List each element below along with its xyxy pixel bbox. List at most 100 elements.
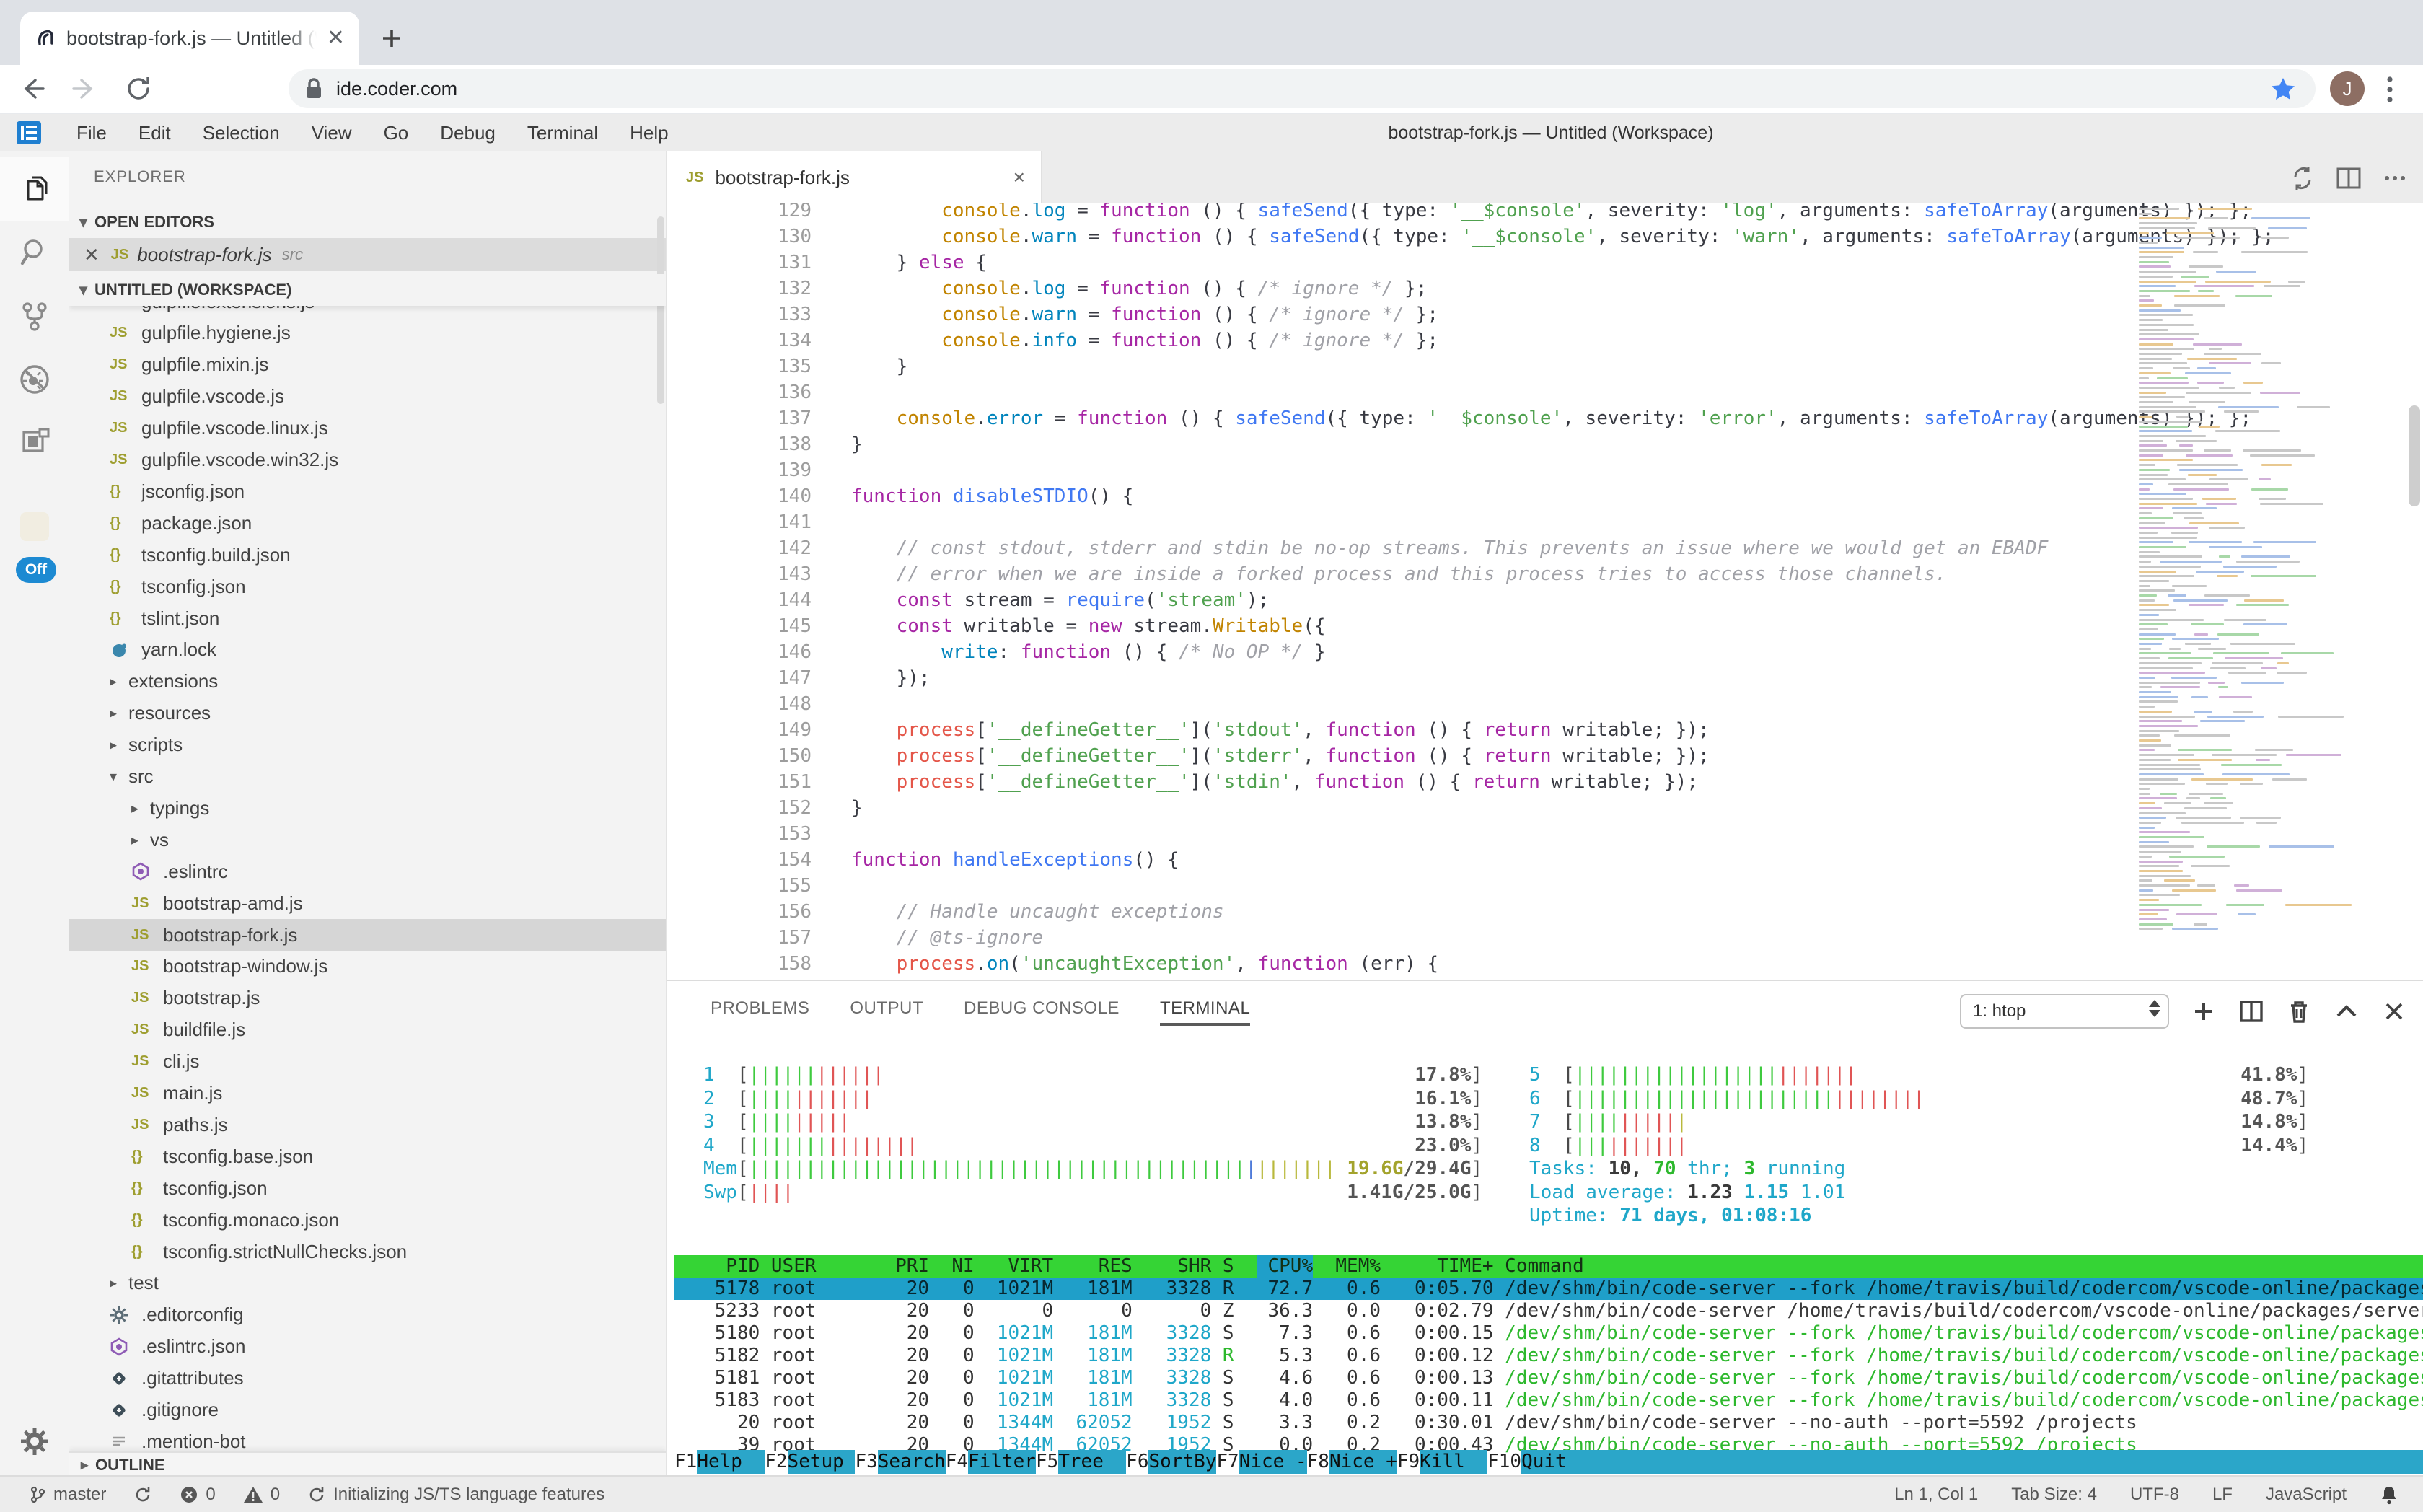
section-outline[interactable]: ▸ OUTLINE — [69, 1451, 666, 1475]
htop-table-header[interactable]: PIDUSERPRINIVIRTRESSHRSCPU%MEM%TIME+Comm… — [674, 1255, 2423, 1278]
menu-selection[interactable]: Selection — [187, 122, 296, 144]
activity-extensions[interactable] — [0, 411, 69, 475]
process-row-5178[interactable]: 5178root2001021M181M3328R72.70.60:05.70/… — [674, 1278, 2423, 1300]
tree-item-test[interactable]: ▸test — [69, 1267, 666, 1299]
tree-item-gulpfile.extensions.js[interactable]: JSgulpfile.extensions.js — [69, 306, 666, 317]
tree-item-vs[interactable]: ▸vs — [69, 824, 666, 856]
tree-item-tsconfig.base.json[interactable]: {}tsconfig.base.json — [69, 1140, 666, 1172]
status-0[interactable]: 0 — [243, 1485, 280, 1505]
section-open-editors[interactable]: ▾ OPEN EDITORS — [69, 206, 666, 238]
status-0[interactable]: 0 — [180, 1485, 215, 1505]
status-tab-size-4[interactable]: Tab Size: 4 — [2011, 1485, 2097, 1505]
menu-debug[interactable]: Debug — [424, 122, 511, 144]
status-master[interactable]: master — [29, 1485, 106, 1505]
tree-item-bootstrap.js[interactable]: JSbootstrap.js — [69, 983, 666, 1014]
tree-item-yarn.lock[interactable]: yarn.lock — [69, 634, 666, 666]
tree-item-tsconfig.json[interactable]: {}tsconfig.json — [69, 571, 666, 602]
tree-item-jsconfig.json[interactable]: {}jsconfig.json — [69, 475, 666, 507]
lock-icon[interactable] — [304, 77, 323, 100]
app-logo-icon[interactable] — [16, 120, 42, 145]
tree-item-main.js[interactable]: JSmain.js — [69, 1078, 666, 1109]
editor-tab-active[interactable]: JS bootstrap-fork.js × — [667, 151, 1042, 203]
tree-item-paths.js[interactable]: JSpaths.js — [69, 1109, 666, 1140]
htop-fnkey-bar[interactable]: F1Help F2Setup F3SearchF4FilterF5Tree F6… — [674, 1450, 2423, 1474]
tree-item-bootstrap-window.js[interactable]: JSbootstrap-window.js — [69, 951, 666, 983]
url-text[interactable]: ide.coder.com — [336, 78, 457, 100]
minimap[interactable] — [2139, 208, 2319, 936]
editor-tab-close-icon[interactable]: × — [1013, 166, 1025, 189]
activity-explorer[interactable] — [0, 157, 69, 221]
reload-button[interactable] — [117, 67, 160, 110]
tree-item-tslint.json[interactable]: {}tslint.json — [69, 602, 666, 634]
menu-go[interactable]: Go — [368, 122, 425, 144]
tree-item-.eslintrc[interactable]: .eslintrc — [69, 856, 666, 887]
tree-item-gulpfile.vscode.js[interactable]: JSgulpfile.vscode.js — [69, 381, 666, 413]
tree-item-tsconfig.build.json[interactable]: {}tsconfig.build.json — [69, 539, 666, 571]
avatar[interactable]: J — [2330, 71, 2365, 106]
close-icon[interactable]: ✕ — [84, 244, 100, 266]
tree-item-scripts[interactable]: ▸scripts — [69, 729, 666, 761]
status-initializing-js-ts-language-[interactable]: Initializing JS/TS language features — [307, 1485, 604, 1505]
process-row-5183[interactable]: 5183root2001021M181M3328S4.00.60:00.11/d… — [674, 1389, 2423, 1412]
back-button[interactable] — [10, 67, 53, 110]
menu-terminal[interactable]: Terminal — [511, 122, 614, 144]
tree-item-tsconfig.json[interactable]: {}tsconfig.json — [69, 1172, 666, 1204]
process-row-5182[interactable]: 5182root2001021M181M3328R5.30.60:00.12/d… — [674, 1345, 2423, 1367]
process-row-5180[interactable]: 5180root2001021M181M3328S7.30.60:00.15/d… — [674, 1322, 2423, 1345]
tree-item-resources[interactable]: ▸resources — [69, 698, 666, 729]
status-ln-1-col-1[interactable]: Ln 1, Col 1 — [1894, 1485, 1978, 1505]
terminal[interactable]: 1 [|||||||||||| 17.8%]5 [|||||||||||||||… — [667, 981, 2423, 1475]
process-row-5233[interactable]: 5233root200000Z36.30.00:02.79/dev/shm/bi… — [674, 1300, 2423, 1322]
status-utf-8[interactable]: UTF-8 — [2130, 1485, 2179, 1505]
tree-item-buildfile.js[interactable]: JSbuildfile.js — [69, 1014, 666, 1046]
menu-help[interactable]: Help — [614, 122, 684, 144]
tree-item-cli.js[interactable]: JScli.js — [69, 1046, 666, 1078]
process-row-20[interactable]: 20root2001344M620521952S3.30.20:30.01/de… — [674, 1412, 2423, 1434]
menu-view[interactable]: View — [296, 122, 368, 144]
tree-item-src[interactable]: ▾src — [69, 761, 666, 793]
split-editor-icon[interactable] — [2335, 164, 2362, 192]
status-lf[interactable]: LF — [2212, 1485, 2233, 1505]
tree-item-tsconfig.monaco.json[interactable]: {}tsconfig.monaco.json — [69, 1204, 666, 1236]
bookmark-star-icon[interactable] — [2269, 76, 2297, 103]
activity-source-control[interactable] — [0, 284, 69, 348]
menu-file[interactable]: File — [61, 122, 123, 144]
new-tab-button[interactable] — [375, 22, 408, 55]
sidebar-scrollbar[interactable] — [657, 216, 664, 404]
process-row-5181[interactable]: 5181root2001021M181M3328S4.60.60:00.13/d… — [674, 1367, 2423, 1389]
tree-item-.gitattributes[interactable]: .gitattributes — [69, 1363, 666, 1394]
tree-item-extensions[interactable]: ▸extensions — [69, 666, 666, 698]
section-workspace[interactable]: ▾ UNTITLED (WORKSPACE) — [69, 274, 666, 306]
off-badge[interactable]: Off — [16, 557, 56, 583]
status-javascript[interactable]: JavaScript — [2266, 1485, 2347, 1505]
code-line-158[interactable]: 158 process.on('uncaughtException', func… — [667, 951, 2423, 977]
tree-item-gulpfile.mixin.js[interactable]: JSgulpfile.mixin.js — [69, 349, 666, 381]
code-editor[interactable]: 129 console.log = function () { safeSend… — [667, 203, 2423, 980]
tree-item-.editorconfig[interactable]: .editorconfig — [69, 1299, 666, 1331]
address-bar[interactable]: ide.coder.com — [289, 69, 2316, 108]
menu-edit[interactable]: Edit — [123, 122, 187, 144]
tree-item-typings[interactable]: ▸typings — [69, 792, 666, 824]
tree-item-bootstrap-fork.js[interactable]: JSbootstrap-fork.js — [69, 919, 666, 951]
activity-debug-disabled[interactable] — [0, 348, 69, 411]
browser-tab[interactable]: bootstrap-fork.js — Untitled (W ✕ — [20, 12, 359, 65]
tree-item-gulpfile.vscode.win32.js[interactable]: JSgulpfile.vscode.win32.js — [69, 444, 666, 476]
tree-item-gulpfile.hygiene.js[interactable]: JSgulpfile.hygiene.js — [69, 317, 666, 349]
settings-gear-icon[interactable] — [0, 1410, 69, 1473]
status-bell[interactable] — [2380, 1485, 2398, 1505]
activity-extra-icon[interactable] — [20, 512, 49, 541]
tree-item-.eslintrc.json[interactable]: .eslintrc.json — [69, 1331, 666, 1363]
editor-scrollbar[interactable] — [2409, 405, 2420, 506]
tree-item-tsconfig.strictNullChecks.json[interactable]: {}tsconfig.strictNullChecks.json — [69, 1236, 666, 1267]
status-sync[interactable] — [133, 1485, 152, 1504]
tab-close-icon[interactable]: ✕ — [327, 27, 345, 49]
open-editor-item[interactable]: ✕ JS bootstrap-fork.js src — [69, 238, 666, 271]
tree-item-.gitignore[interactable]: .gitignore — [69, 1394, 666, 1426]
sync-layout-icon[interactable] — [2289, 164, 2316, 192]
activity-search[interactable] — [0, 221, 69, 284]
forward-button[interactable] — [63, 67, 107, 110]
browser-menu-icon[interactable] — [2385, 74, 2395, 105]
tree-item-bootstrap-amd.js[interactable]: JSbootstrap-amd.js — [69, 887, 666, 919]
more-actions-icon[interactable] — [2381, 164, 2409, 192]
tree-item-gulpfile.vscode.linux.js[interactable]: JSgulpfile.vscode.linux.js — [69, 413, 666, 444]
